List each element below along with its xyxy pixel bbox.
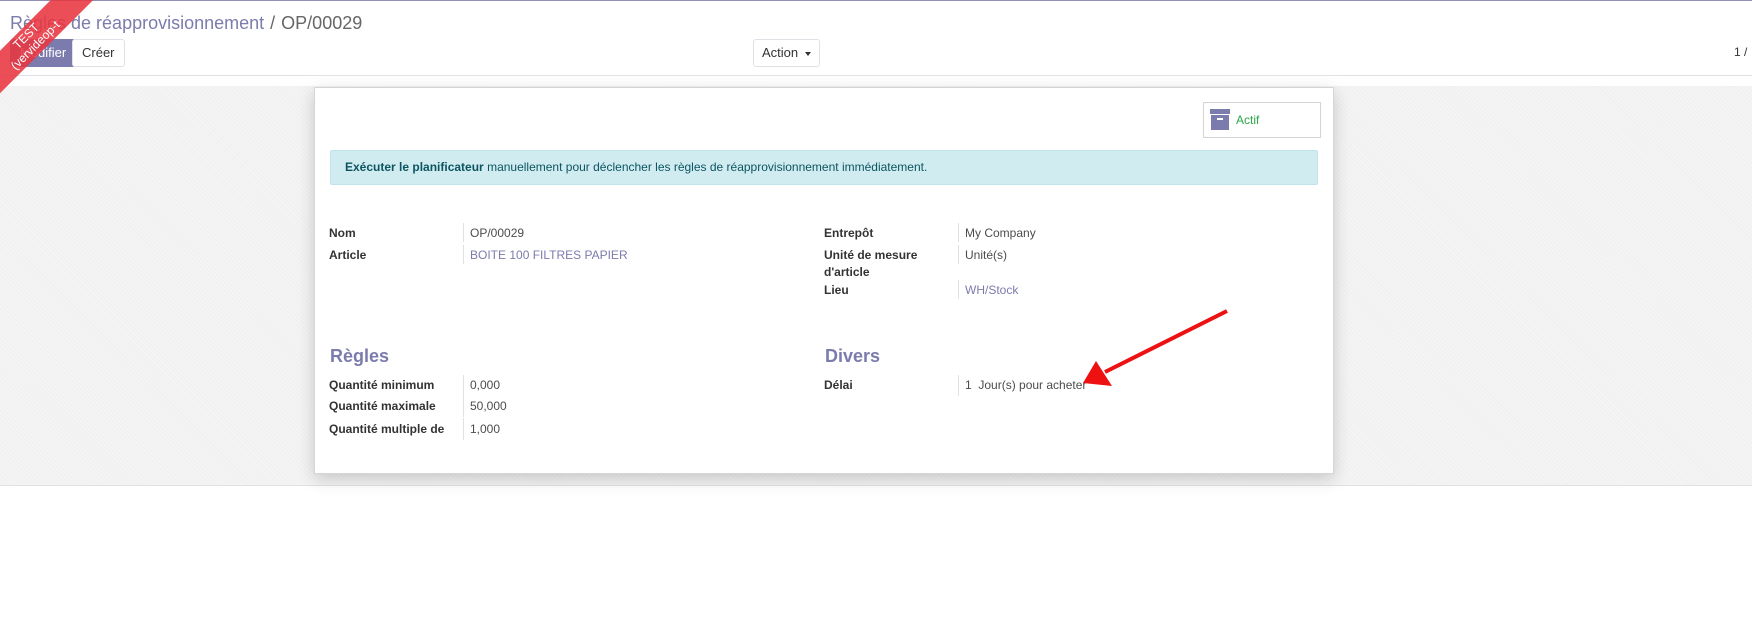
breadcrumb-parent-link[interactable]: Règles de réapprovisionnement bbox=[10, 13, 264, 33]
field-divider bbox=[463, 223, 464, 242]
top-border bbox=[0, 0, 1752, 1]
alert-text: manuellement pour déclencher les règles … bbox=[483, 160, 928, 174]
multiple-qty-label: Quantité multiple de bbox=[329, 422, 445, 436]
field-divider bbox=[958, 223, 959, 242]
action-dropdown-button[interactable]: Action bbox=[753, 39, 821, 67]
form-sheet: Actif Exécuter le planificateur manuelle… bbox=[314, 87, 1334, 474]
uom-label-line1: Unité de mesure bbox=[824, 248, 918, 262]
breadcrumb-current: OP/00029 bbox=[281, 13, 363, 33]
breadcrumb: Règles de réapprovisionnement / OP/00029 bbox=[10, 13, 362, 34]
min-qty-label: Quantité minimum bbox=[329, 378, 435, 392]
max-qty-value: 50,000 bbox=[470, 399, 507, 413]
field-divider bbox=[958, 280, 959, 299]
field-divider bbox=[463, 375, 464, 396]
lead-time-days: 1 bbox=[965, 378, 972, 392]
warehouse-value: My Company bbox=[965, 226, 1036, 240]
lead-time-value: 1 Jour(s) pour acheter bbox=[965, 377, 1086, 394]
caret-down-icon bbox=[805, 51, 812, 56]
uom-value: Unité(s) bbox=[965, 248, 1008, 262]
location-label: Lieu bbox=[824, 283, 849, 297]
field-divider bbox=[463, 396, 464, 417]
control-panel-divider bbox=[0, 75, 1752, 76]
breadcrumb-separator: / bbox=[270, 13, 276, 33]
scheduler-alert: Exécuter le planificateur manuellement p… bbox=[330, 150, 1318, 185]
pager[interactable]: 1 / bbox=[1734, 45, 1747, 59]
field-divider bbox=[463, 245, 464, 264]
product-link[interactable]: BOITE 100 FILTRES PAPIER bbox=[470, 247, 628, 264]
archive-icon bbox=[1210, 109, 1230, 130]
name-label: Nom bbox=[329, 226, 356, 240]
multiple-qty-value: 1,000 bbox=[470, 422, 501, 436]
form-bottom-divider bbox=[0, 485, 1752, 486]
product-label: Article bbox=[329, 248, 367, 262]
max-qty-label: Quantité maximale bbox=[329, 399, 436, 413]
create-button[interactable]: Créer bbox=[72, 39, 125, 67]
name-value: OP/00029 bbox=[470, 226, 525, 240]
active-label: Actif bbox=[1236, 113, 1260, 127]
edit-button[interactable]: Modifier bbox=[10, 39, 77, 67]
field-divider bbox=[463, 418, 464, 440]
min-qty-value: 0,000 bbox=[470, 378, 501, 392]
rules-section-title: Règles bbox=[330, 346, 390, 366]
action-label: Action bbox=[762, 45, 799, 60]
uom-label: Unité de mesure d'article bbox=[824, 247, 917, 281]
field-divider bbox=[958, 375, 959, 396]
field-divider bbox=[958, 245, 959, 264]
lead-time-label: Délai bbox=[824, 378, 853, 392]
lead-time-unit: Jour(s) pour acheter bbox=[978, 378, 1087, 392]
active-toggle-button[interactable]: Actif bbox=[1203, 102, 1321, 138]
uom-label-line2: d'article bbox=[824, 265, 870, 279]
run-scheduler-link[interactable]: Exécuter le planificateur bbox=[345, 160, 484, 174]
misc-section-title: Divers bbox=[825, 346, 881, 366]
warehouse-label: Entrepôt bbox=[824, 226, 874, 240]
location-link[interactable]: WH/Stock bbox=[965, 282, 1018, 299]
